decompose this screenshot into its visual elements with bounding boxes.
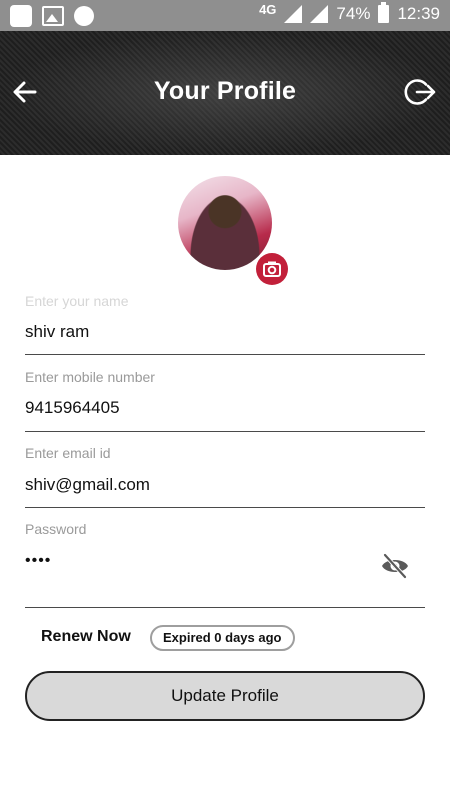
- name-input[interactable]: shiv ram: [25, 322, 89, 342]
- mobile-input[interactable]: 9415964405: [25, 398, 120, 418]
- logout-icon: [404, 79, 436, 105]
- battery-icon: [378, 2, 390, 23]
- clock: 12:39: [397, 4, 440, 23]
- page-title: Your Profile: [153, 77, 297, 105]
- app-header: Your Profile: [0, 31, 450, 155]
- toggle-password-visibility[interactable]: [380, 552, 410, 580]
- status-bar: 4G 74% 12:39: [0, 0, 450, 31]
- email-underline: [25, 507, 425, 508]
- password-input[interactable]: ••••: [25, 552, 51, 570]
- status-left-icons: [10, 5, 94, 27]
- eye-off-icon: [382, 553, 408, 579]
- signal-icon: [284, 5, 303, 23]
- name-label: Enter your name: [25, 293, 129, 309]
- mobile-underline: [25, 431, 425, 432]
- signal-icon: [310, 5, 329, 23]
- camera-icon: [263, 261, 281, 277]
- update-profile-button[interactable]: Update Profile: [25, 671, 425, 721]
- network-type: 4G: [259, 1, 277, 17]
- change-photo-button[interactable]: [256, 253, 288, 285]
- notification-square-icon: [10, 5, 32, 27]
- image-icon: [42, 6, 64, 26]
- status-badge: Expired 0 days ago: [150, 625, 295, 651]
- battery-percent: 74%: [336, 4, 371, 23]
- status-right: 4G 74% 12:39: [259, 1, 440, 24]
- email-input[interactable]: shiv@gmail.com: [25, 475, 150, 495]
- email-label: Enter email id: [25, 445, 111, 461]
- circle-icon: [74, 6, 94, 26]
- logout-button[interactable]: [404, 75, 438, 109]
- name-underline: [25, 354, 425, 355]
- password-underline: [25, 607, 425, 608]
- mobile-label: Enter mobile number: [25, 369, 155, 385]
- renew-now-link[interactable]: Renew Now: [41, 628, 131, 646]
- password-label: Password: [25, 521, 87, 537]
